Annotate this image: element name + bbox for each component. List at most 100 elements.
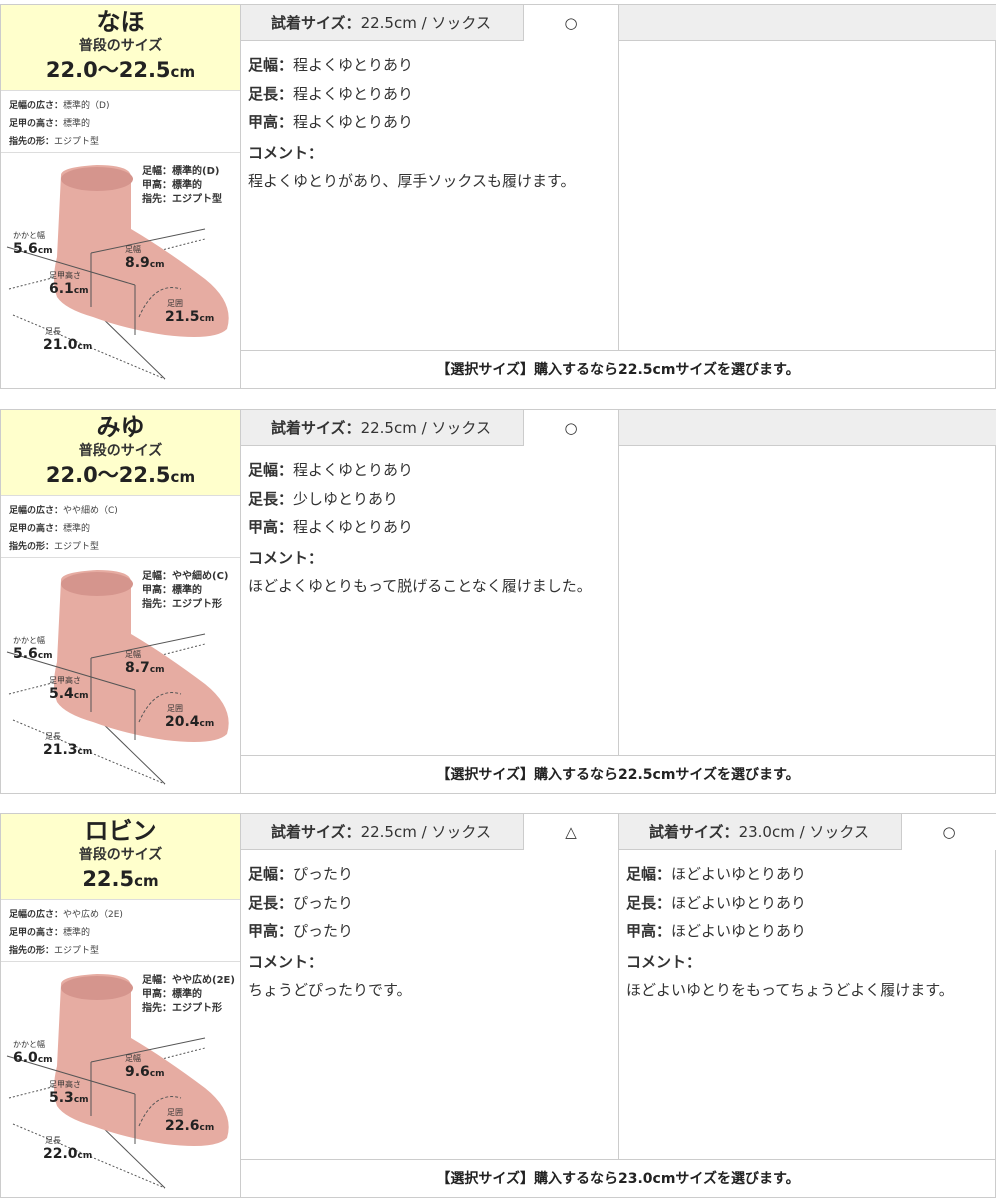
reviewer-name: なほ: [96, 8, 145, 36]
foot-girth-label: 足囲: [167, 704, 183, 713]
trial-size-label: 試着サイズ：: [271, 14, 361, 32]
foot-length-value: 21.3cm: [43, 742, 92, 760]
comment-text: ほどよいゆとりをもってちょうどよく履けます。: [626, 981, 954, 999]
trial-column: [619, 5, 996, 350]
heel-width-value: 6.0cm: [13, 1050, 53, 1068]
trial-details: 足幅：ぴったり 足長：ぴったり 甲高：ぴったり コメント： ちょうどぴったりです。: [248, 860, 412, 1005]
foot-length-label: 足長: [45, 732, 61, 741]
fit-row: 甲高：程よくゆとりあり: [248, 513, 592, 542]
foot-girth-number: 20.4: [165, 714, 200, 730]
usual-size: 22.0〜22.5cm: [1, 55, 240, 87]
fit-row-label: 足幅：: [626, 865, 672, 883]
trial-column: 試着サイズ：22.5cm / ソックス ○ 足幅：程よくゆとりあり 足長：少しゆと…: [241, 410, 618, 755]
trial-size-value: 22.5cm / ソックス: [360, 823, 491, 841]
fit-row-label: 足幅：: [248, 56, 294, 74]
attribute-value: 標準的: [63, 119, 91, 129]
fit-row: 足長：少しゆとりあり: [248, 485, 592, 514]
heel-width-label: かかと幅: [13, 636, 45, 645]
fit-row: 甲高：程よくゆとりあり: [248, 108, 575, 137]
fit-row-value: 程よくゆとりあり: [293, 84, 414, 103]
trial-size-label: 試着サイズ：: [271, 419, 361, 437]
fit-row: 足長：ぴったり: [248, 889, 412, 918]
fit-row-value: ほどよいゆとりあり: [671, 865, 807, 883]
instep-height-label: 足甲高さ: [49, 1080, 81, 1089]
fit-row-value: ほどよいゆとりあり: [671, 922, 807, 940]
trial-size-value: 22.5cm / ソックス: [360, 419, 491, 437]
foot-attributes: 足幅の広さ：やや細め（C) 足甲の高さ：標準的 指先の形：エジプト型: [9, 502, 234, 556]
attribute-label: 足甲の高さ：: [9, 524, 64, 534]
attribute-value: エジプト型: [54, 137, 100, 147]
instep-height-number: 5.3: [49, 1090, 74, 1106]
trial-column: 試着サイズ：22.5cm / ソックス △ 足幅：ぴったり 足長：ぴったり 甲高：ぴ…: [241, 814, 618, 1159]
reviewer-card: みゆ 普段のサイズ 22.0〜22.5cm 足幅の広さ：やや細め（C) 足甲の高さ…: [0, 409, 1000, 794]
unit: cm: [37, 1055, 53, 1065]
reviewer-profile: みゆ 普段のサイズ 22.0〜22.5cm 足幅の広さ：やや細め（C) 足甲の高さ…: [0, 409, 241, 794]
unit: cm: [199, 719, 215, 729]
fit-row-value: 少しゆとりあり: [293, 489, 399, 508]
trial-results: 試着サイズ：22.5cm / ソックス ○ 足幅：程よくゆとりあり 足長：少しゆと…: [241, 409, 996, 794]
instep-height-value: 5.4cm: [49, 686, 89, 704]
fit-row: 甲高：ぴったり: [248, 917, 412, 946]
attribute-value: 標準的: [63, 928, 91, 938]
foot-width-label: 足幅: [125, 1054, 141, 1063]
comment-text: ほどよくゆとりもって脱げることなく履けました。: [248, 577, 592, 595]
fit-row-value: ぴったり: [293, 893, 354, 912]
instep-height-value: 5.3cm: [49, 1090, 89, 1108]
usual-size-value: 22.0〜22.5: [45, 463, 171, 487]
attribute-value: やや細め（C): [63, 506, 118, 516]
comment-label: コメント：: [248, 143, 324, 162]
fit-row: 足幅：程よくゆとりあり: [248, 51, 575, 80]
foot-attribute: 足甲の高さ：標準的: [9, 115, 234, 133]
unit: cm: [73, 286, 89, 296]
usual-size-label: 普段のサイズ: [78, 38, 163, 54]
fit-rating-mark: △: [523, 814, 618, 850]
foot-attribute: 指先の形：エジプト型: [9, 133, 234, 151]
instep-height-number: 6.1: [49, 281, 74, 297]
trial-header: 試着サイズ：22.5cm / ソックス △: [241, 814, 618, 850]
heel-width-value: 5.6cm: [13, 241, 53, 259]
selected-size: 【選択サイズ】購入するなら23.0cmサイズを選びます。: [241, 1159, 995, 1197]
foot-width-label: 足幅: [125, 650, 141, 659]
usual-size-unit: cm: [134, 872, 159, 890]
foot-width-number: 8.7: [125, 660, 150, 676]
fit-row-value: 程よくゆとりあり: [293, 113, 414, 131]
unit: cm: [149, 1069, 165, 1079]
instep-height-value: 6.1cm: [49, 281, 89, 299]
reviewer-header: ロビン 普段のサイズ 22.5cm: [1, 814, 240, 900]
trial-results: 試着サイズ：22.5cm / ソックス △ 足幅：ぴったり 足長：ぴったり 甲高：ぴ…: [241, 813, 996, 1198]
foot-attribute: 足幅の広さ：やや広め（2E): [9, 906, 234, 924]
trial-size: 試着サイズ：22.5cm / ソックス: [271, 814, 491, 850]
unit: cm: [149, 665, 165, 675]
foot-attributes: 足幅の広さ：やや広め（2E) 足甲の高さ：標準的 指先の形：エジプト型: [9, 906, 234, 960]
foot-attribute: 足幅の広さ：標準的（D): [9, 97, 234, 115]
fit-rating-mark: ○: [901, 814, 996, 850]
usual-size-label: 普段のサイズ: [78, 443, 163, 459]
unit: cm: [77, 1151, 93, 1161]
selected-size: 【選択サイズ】購入するなら22.5cmサイズを選びます。: [241, 350, 995, 388]
foot-girth-value: 22.6cm: [165, 1118, 214, 1136]
instep-height-number: 5.4: [49, 686, 74, 702]
attribute-label: 指先の形：: [9, 137, 55, 147]
heel-width-number: 6.0: [13, 1050, 38, 1066]
foot-note: 足幅：標準的(D) 甲高：標準的 指先：エジプト型: [142, 166, 222, 205]
attribute-label: 指先の形：: [9, 542, 55, 552]
heel-width-number: 5.6: [13, 241, 38, 257]
fit-row-value: 程よくゆとりあり: [293, 461, 414, 479]
trial-column: [619, 410, 996, 755]
attribute-value: やや広め（2E): [63, 910, 123, 920]
fit-row: 足幅：ほどよいゆとりあり: [626, 860, 954, 889]
unit: cm: [199, 314, 215, 324]
fit-row: 足長：程よくゆとりあり: [248, 80, 575, 109]
trial-size-label: 試着サイズ：: [271, 823, 361, 841]
trial-column: 試着サイズ：23.0cm / ソックス ○ 足幅：ほどよいゆとりあり 足長：ほどよ…: [619, 814, 996, 1159]
trial-header: 試着サイズ：23.0cm / ソックス ○: [619, 814, 996, 850]
foot-note: 足幅：やや広め(2E) 甲高：標準的 指先：エジプト形: [142, 975, 235, 1014]
trial-details: 足幅：程よくゆとりあり 足長：少しゆとりあり 甲高：程よくゆとりあり コメント： ほ…: [248, 456, 592, 601]
fit-row: 足幅：ぴったり: [248, 860, 412, 889]
foot-diagram: 足幅：標準的(D) 甲高：標準的 指先：エジプト型 かかと幅 5.6cm 足幅 …: [5, 157, 239, 385]
comment-label: コメント：: [626, 952, 702, 971]
attribute-label: 足幅の広さ：: [9, 506, 64, 516]
foot-attribute: 指先の形：エジプト型: [9, 942, 234, 960]
fit-row-value: 程よくゆとりあり: [293, 56, 414, 74]
divider: [1, 557, 240, 558]
